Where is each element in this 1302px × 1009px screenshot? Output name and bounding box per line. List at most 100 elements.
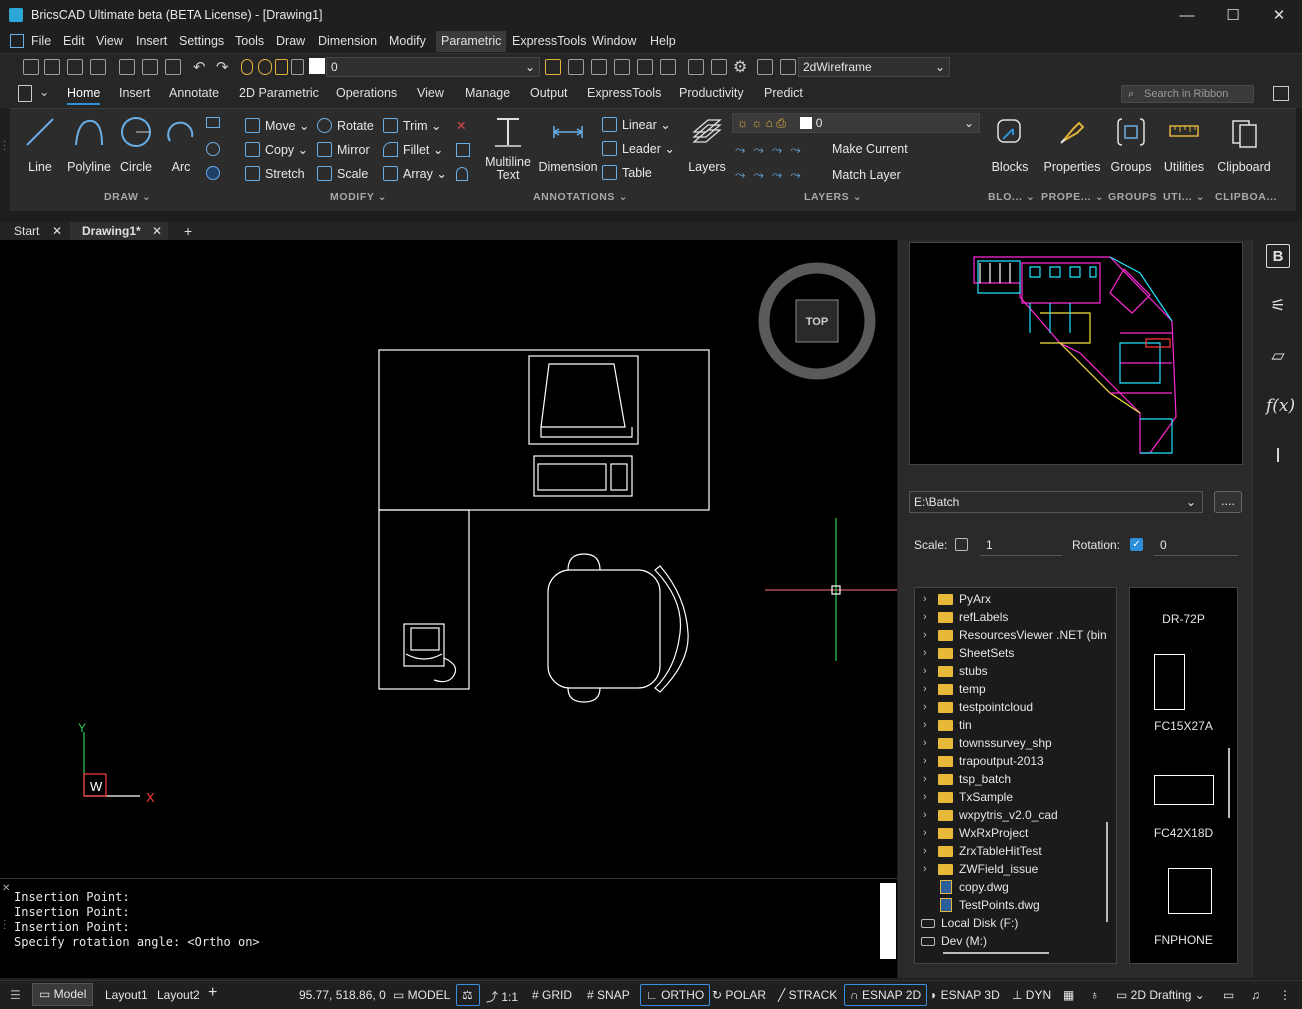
visual-style-select[interactable]: 2dWireframe ⌄: [798, 57, 950, 77]
match-layer-button[interactable]: Match Layer: [832, 165, 901, 185]
menu-insert[interactable]: Insert: [131, 31, 172, 52]
layer-tools-icon-3[interactable]: [637, 59, 653, 75]
tab-manage[interactable]: Manage: [465, 86, 510, 100]
rotation-checkbox[interactable]: ✓: [1130, 538, 1143, 551]
close-icon[interactable]: ✕: [2, 883, 10, 894]
layer-plot-icon[interactable]: [291, 59, 304, 75]
close-icon[interactable]: ✕: [52, 222, 62, 240]
folder-item[interactable]: › trapoutput-2013: [915, 752, 1105, 770]
layer-tools-icon-1[interactable]: [591, 59, 607, 75]
polyline-button[interactable]: Polyline: [65, 109, 113, 189]
layer-tools-row-1[interactable]: ⤳⤳⤳⤳: [735, 142, 825, 157]
tab-drawing1[interactable]: Drawing1* ✕: [70, 222, 168, 240]
model-toggle[interactable]: ▭ MODEL: [393, 988, 450, 1002]
clipboard-panel-title[interactable]: CLIPBOA...: [1215, 191, 1277, 203]
browse-button[interactable]: ....: [1214, 491, 1242, 513]
pick-icon[interactable]: [568, 59, 584, 75]
scale-input[interactable]: 1: [980, 534, 1062, 556]
close-icon[interactable]: ✕: [152, 222, 162, 240]
ribbon-layer-select[interactable]: ☼ ☼ ⌂ ⎙ 0 ⌄: [732, 113, 980, 133]
lineweight-icon[interactable]: ▦: [1063, 988, 1074, 1002]
chevron-right-icon[interactable]: ›: [923, 734, 927, 752]
folder-item[interactable]: › SheetSets: [915, 644, 1105, 662]
make-current-button[interactable]: Make Current: [832, 139, 908, 159]
block-scrollbar[interactable]: [1228, 748, 1230, 818]
scale-checkbox[interactable]: [955, 538, 968, 551]
annotation-toggle-icon[interactable]: ⚖: [456, 984, 480, 1006]
app-menu-icon[interactable]: [10, 34, 24, 48]
annotations-panel-title[interactable]: ANNOTATIONS ⌄: [533, 191, 628, 203]
mirror-button[interactable]: Mirror: [317, 140, 370, 160]
undo-icon[interactable]: ↶: [193, 58, 206, 76]
save-all-icon[interactable]: [90, 59, 106, 75]
menu-view[interactable]: View: [91, 31, 128, 52]
blocks-panel-title[interactable]: BLO... ⌄: [988, 191, 1035, 203]
draw-panel-title[interactable]: DRAW ⌄: [104, 191, 151, 203]
chevron-right-icon[interactable]: ›: [923, 626, 927, 644]
properties-button[interactable]: Properties: [1040, 109, 1104, 189]
chevron-right-icon[interactable]: ›: [923, 860, 927, 878]
polar-toggle[interactable]: ↻ POLAR: [712, 988, 766, 1002]
drive-item[interactable]: Dev (M:): [915, 932, 1105, 950]
close-button[interactable]: ✕: [1256, 0, 1302, 31]
command-grip-icon[interactable]: · · ·: [3, 916, 6, 934]
sliders-icon[interactable]: [757, 59, 773, 75]
move-button[interactable]: Move ⌄: [245, 116, 310, 136]
layout-tab-layout1[interactable]: Layout1: [105, 988, 148, 1002]
layer-sun-icon[interactable]: [258, 59, 272, 75]
tab-predict[interactable]: Predict: [764, 86, 803, 100]
properties-grid-icon[interactable]: [688, 59, 704, 75]
ribbon-grip-icon[interactable]: · · ·: [3, 137, 6, 155]
menu-file[interactable]: File: [26, 31, 56, 52]
chevron-right-icon[interactable]: ›: [923, 842, 927, 860]
layer-tools-icon-4[interactable]: [660, 59, 676, 75]
circle-button[interactable]: Circle: [116, 109, 156, 189]
redo-icon[interactable]: ↷: [216, 58, 229, 76]
plot-icon[interactable]: [165, 59, 181, 75]
menu-modify[interactable]: Modify: [384, 31, 431, 52]
properties-panel-title[interactable]: PROPE... ⌄: [1041, 191, 1104, 203]
folder-tree-hscrollbar[interactable]: [943, 952, 1049, 954]
scale-button[interactable]: Scale: [317, 164, 368, 184]
arc-button[interactable]: Arc: [164, 109, 198, 189]
menu-dimension[interactable]: Dimension: [313, 31, 382, 52]
drive-item[interactable]: Local Disk (F:): [915, 914, 1105, 932]
scale-toggle[interactable]: ⤴ 1:1: [486, 988, 518, 1005]
chevron-right-icon[interactable]: ›: [923, 590, 927, 608]
utilities-panel-title[interactable]: UTI... ⌄: [1163, 191, 1205, 203]
layer-lock-icon[interactable]: [275, 59, 288, 75]
drawing-explorer-icon[interactable]: [711, 59, 727, 75]
layer-select[interactable]: 0 ⌄: [326, 57, 540, 77]
folder-item[interactable]: › refLabels: [915, 608, 1105, 626]
array-button[interactable]: Array ⌄: [383, 164, 447, 184]
command-scrollbar[interactable]: [880, 883, 896, 959]
new-tab-icon[interactable]: +: [172, 222, 204, 240]
modify-panel-title[interactable]: MODIFY ⌄: [330, 191, 387, 203]
menu-window[interactable]: Window: [587, 31, 641, 52]
i-beam-icon[interactable]: I: [1266, 444, 1290, 468]
chevron-right-icon[interactable]: ›: [923, 824, 927, 842]
ellipse-icon[interactable]: [206, 142, 220, 156]
menu-settings[interactable]: Settings: [174, 31, 229, 52]
path-select[interactable]: E:\Batch ⌄: [909, 491, 1203, 513]
menu-edit[interactable]: Edit: [58, 31, 90, 52]
bim-icon[interactable]: B: [1266, 244, 1290, 268]
layer-bulb-icon[interactable]: [241, 59, 253, 75]
menu-help[interactable]: Help: [645, 31, 681, 52]
sliders-icon[interactable]: ⚟: [1266, 294, 1290, 318]
file-item[interactable]: copy.dwg: [915, 878, 1105, 896]
rotate-button[interactable]: Rotate: [317, 116, 374, 136]
print-icon[interactable]: [142, 59, 158, 75]
chevron-right-icon[interactable]: ›: [923, 680, 927, 698]
block-label[interactable]: DR-72P: [1130, 612, 1237, 626]
open-file-icon[interactable]: [44, 59, 60, 75]
menu-icon[interactable]: ☰: [10, 988, 21, 1002]
tab-output[interactable]: Output: [530, 86, 568, 100]
new-file-icon[interactable]: [23, 59, 39, 75]
strack-toggle[interactable]: ╱ STRACK: [778, 988, 837, 1002]
visual-style-icon[interactable]: [780, 59, 796, 75]
folder-item[interactable]: › stubs: [915, 662, 1105, 680]
ortho-toggle[interactable]: ∟ ORTHO: [640, 984, 711, 1006]
leader-button[interactable]: Leader ⌄: [602, 139, 675, 159]
ribbon-search-input[interactable]: ⌕ Search in Ribbon: [1121, 85, 1254, 103]
